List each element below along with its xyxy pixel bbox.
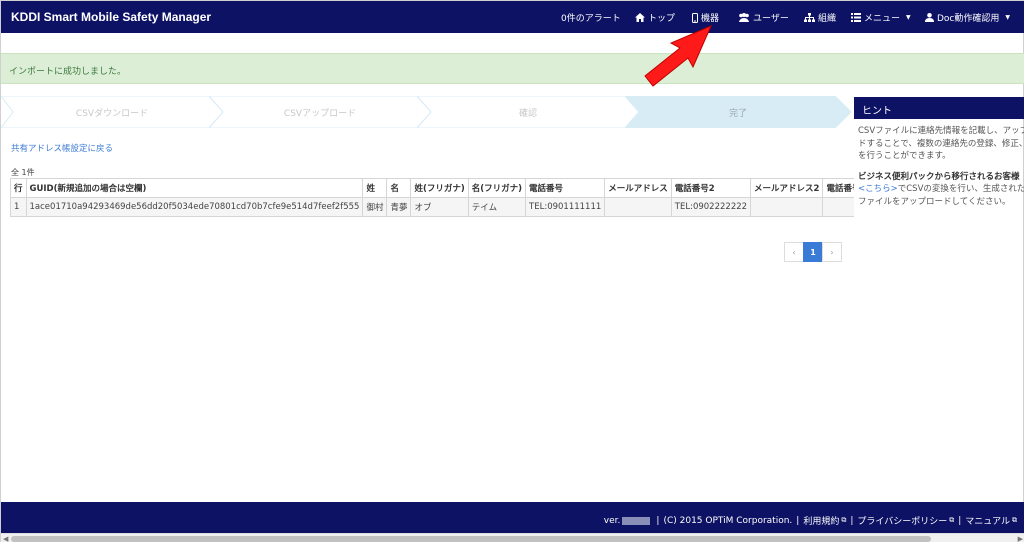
caret-down-icon: ▼ bbox=[906, 14, 911, 21]
column-header: 名(フリガナ) bbox=[467, 178, 527, 198]
red-arrow-annotation bbox=[644, 25, 712, 87]
nav-account[interactable]: Doc動作確認用 ▼ bbox=[925, 11, 1010, 24]
step-csv-upload: CSVアップロード bbox=[209, 96, 431, 128]
top-navbar: KDDI Smart Mobile Safety Manager 0件のアラート… bbox=[1, 1, 1024, 33]
back-to-address-book-link[interactable]: 共有アドレス帳設定に戻る bbox=[11, 142, 113, 154]
footer: ver. | (C) 2015 OPTiM Corporation. | 利用規… bbox=[1, 502, 1024, 533]
table-body: 1 1ace01710a94293469de56dd20f5034ede70801… bbox=[10, 197, 854, 217]
separator: | bbox=[850, 515, 854, 526]
pagination: ‹ 1 › bbox=[784, 242, 842, 262]
table-cell: オブ bbox=[410, 197, 469, 217]
page-1-button[interactable]: 1 bbox=[803, 242, 823, 262]
import-wizard-steps: CSVダウンロード CSVアップロード 確認 完了 bbox=[1, 96, 851, 128]
hint-here-link[interactable]: <こちら> bbox=[858, 184, 898, 194]
success-alert: インポートに成功しました。 bbox=[1, 53, 1024, 84]
result-count: 全 1件 bbox=[11, 168, 35, 177]
external-link-icon: ⧉ bbox=[1012, 516, 1017, 524]
brand-title[interactable]: KDDI Smart Mobile Safety Manager bbox=[11, 10, 211, 24]
table-cell bbox=[822, 197, 854, 217]
manual-link[interactable]: マニュアル bbox=[965, 514, 1010, 527]
column-header: 電話番号2 bbox=[670, 178, 752, 198]
nav-menu-label: メニュー bbox=[864, 14, 901, 24]
terms-link[interactable]: 利用規約 bbox=[803, 514, 839, 527]
column-header: 名 bbox=[386, 178, 412, 198]
table-cell bbox=[604, 197, 672, 217]
step-csv-download: CSVダウンロード bbox=[1, 96, 223, 128]
table-cell: TEL:0902222222 bbox=[670, 197, 752, 217]
column-header: 行 bbox=[10, 178, 27, 198]
external-link-icon: ⧉ bbox=[841, 516, 847, 524]
copyright-text: (C) 2015 OPTiM Corporation. bbox=[663, 515, 793, 526]
step-label: 確認 bbox=[518, 108, 537, 119]
table-cell: 1ace01710a94293469de56dd20f5034ede70801c… bbox=[25, 197, 364, 217]
step-label: 完了 bbox=[728, 108, 747, 119]
column-header: 姓(フリガナ) bbox=[410, 178, 469, 198]
table-cell: 御村 bbox=[362, 197, 388, 217]
hint-paragraph: CSVファイルに連絡先情報を記載し、アップロードすることで、複数の連絡先の登録、… bbox=[858, 126, 1024, 161]
caret-down-icon: ▼ bbox=[1005, 14, 1011, 21]
hint-title: ヒント bbox=[854, 97, 1024, 119]
nav-menu[interactable]: メニュー ▼ bbox=[851, 11, 911, 24]
privacy-link[interactable]: プライバシーポリシー bbox=[857, 514, 947, 527]
nav-org-label: 組織 bbox=[818, 14, 837, 24]
users-icon bbox=[739, 13, 749, 22]
nav-users[interactable]: ユーザー bbox=[738, 11, 789, 24]
table-row: 1 1ace01710a94293469de56dd20f5034ede70801… bbox=[10, 197, 854, 217]
prev-page-button[interactable]: ‹ bbox=[784, 242, 804, 262]
table-header-row: 行 GUID(新規追加の場合は空欄) 姓名姓(フリガナ) 名(フリガナ) 電話番号 メール… bbox=[10, 178, 854, 198]
hint-migration-title: ビジネス便利パックから移行されるお客様 bbox=[858, 171, 1020, 182]
next-page-button[interactable]: › bbox=[822, 242, 842, 262]
horizontal-scrollbar[interactable]: ◀ ▶ bbox=[1, 533, 1024, 542]
table-cell: 青夢 bbox=[386, 197, 412, 217]
step-label: CSVアップロード bbox=[283, 108, 357, 119]
step-confirm: 確認 bbox=[417, 96, 639, 128]
nav-users-label: ユーザー bbox=[753, 14, 789, 24]
user-icon bbox=[925, 13, 934, 22]
hint-body: CSVファイルに連絡先情報を記載し、アップロードすることで、複数の連絡先の登録、… bbox=[854, 119, 1024, 208]
import-result-table: 行 GUID(新規追加の場合は空欄) 姓名姓(フリガナ) 名(フリガナ) 電話番号 メール… bbox=[10, 178, 854, 217]
table-cell: 1 bbox=[10, 197, 27, 217]
table-cell: テイム bbox=[467, 197, 527, 217]
column-header: 姓 bbox=[362, 178, 388, 198]
column-header: メールアドレス bbox=[604, 178, 672, 198]
nav-alerts[interactable]: 0件のアラート bbox=[561, 11, 621, 24]
sitemap-icon bbox=[804, 13, 815, 22]
version-redacted bbox=[622, 516, 651, 525]
column-header: メールアドレス2 bbox=[750, 178, 824, 198]
version-label: ver. bbox=[603, 515, 621, 526]
column-header: GUID(新規追加の場合は空欄) bbox=[25, 178, 364, 198]
scroll-left-icon[interactable]: ◀ bbox=[3, 535, 8, 542]
nav-org[interactable]: 組織 bbox=[804, 11, 836, 24]
column-header: 電話番号3 bbox=[822, 178, 854, 198]
external-link-icon: ⧉ bbox=[949, 516, 955, 524]
step-complete: 完了 bbox=[625, 96, 851, 128]
table-cell bbox=[750, 197, 824, 217]
separator: | bbox=[796, 515, 800, 526]
import-result-table-wrapper: 行 GUID(新規追加の場合は空欄) 姓名姓(フリガナ) 名(フリガナ) 電話番号 メール… bbox=[10, 178, 854, 218]
scroll-right-icon[interactable]: ▶ bbox=[1018, 535, 1023, 542]
nav-alerts-label: 0件のアラート bbox=[561, 14, 621, 24]
success-alert-message: インポートに成功しました。 bbox=[9, 67, 127, 77]
column-header: 電話番号 bbox=[525, 178, 606, 198]
hint-panel: ヒント CSVファイルに連絡先情報を記載し、アップロードすることで、複数の連絡先… bbox=[854, 97, 1024, 232]
nav-account-label: Doc動作確認用 bbox=[937, 14, 1000, 24]
list-icon bbox=[851, 13, 861, 22]
step-label: CSVダウンロード bbox=[75, 108, 149, 119]
table-cell: TEL:0901111111 bbox=[525, 197, 606, 217]
separator: | bbox=[656, 515, 660, 526]
separator: | bbox=[958, 515, 962, 526]
scrollbar-thumb[interactable] bbox=[11, 536, 931, 542]
